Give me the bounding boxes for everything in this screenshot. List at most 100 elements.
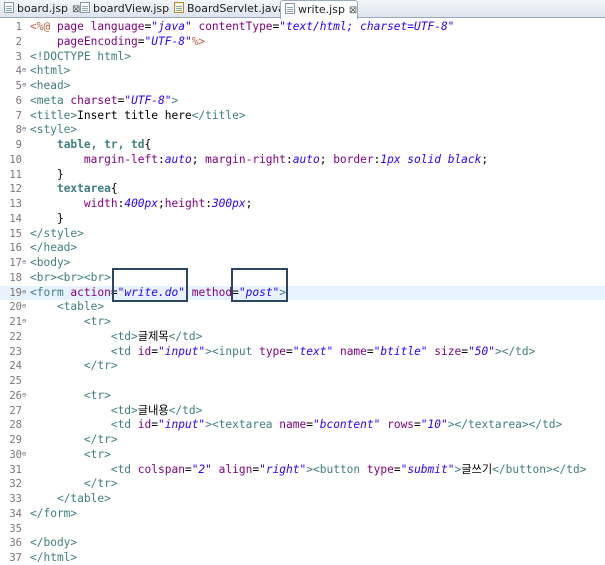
code-text: </head>	[30, 241, 77, 255]
code-text: width:400px;height:300px;	[30, 197, 252, 211]
code-line[interactable]: 27 <td>글내용</td>	[0, 404, 605, 418]
code-line[interactable]: 28 <td id="input"><textarea name="bconte…	[0, 418, 605, 432]
code-token: ;	[158, 197, 165, 210]
code-token: "text/html; charset=UTF-8"	[279, 20, 455, 33]
code-line[interactable]: 10 margin-left:auto; margin-right:auto; …	[0, 153, 605, 167]
code-token: charset	[70, 93, 118, 107]
code-line[interactable]: 8 ⊖ <style>	[0, 123, 605, 137]
fold-toggle-icon[interactable]: ⊖	[22, 447, 30, 461]
code-line[interactable]: 24 </tr>	[0, 359, 605, 373]
line-number: 14	[9, 212, 22, 225]
code-line[interactable]: 25	[0, 374, 605, 388]
code-token: "input"	[158, 418, 206, 432]
code-line[interactable]: 33 </table>	[0, 492, 605, 506]
fold-toggle-icon[interactable]: ⊖	[22, 299, 30, 313]
code-line[interactable]: 5 ⊖ <head>	[0, 79, 605, 93]
code-token: type	[259, 344, 287, 358]
code-token: "50"	[468, 344, 495, 358]
fold-toggle-icon[interactable]: ⊖	[22, 255, 30, 269]
line-number: 1	[15, 21, 22, 33]
code-line[interactable]: 15 </style>	[0, 227, 605, 241]
code-line[interactable]: 11 }	[0, 168, 605, 182]
code-token: <tr>	[83, 388, 111, 402]
tab-boardservlet-java[interactable]: BoardServlet.java	[170, 0, 285, 18]
code-line[interactable]: 32 </tr>	[0, 477, 605, 491]
code-line[interactable]: 3 <!DOCTYPE html>	[0, 50, 605, 64]
code-text: <td id="input"><textarea name="bcontent"…	[30, 418, 562, 432]
line-number: 12	[9, 183, 22, 196]
line-number: 15	[9, 227, 22, 240]
line-number: 3	[15, 50, 22, 63]
code-line[interactable]: 18 <br><br><br>	[0, 271, 605, 285]
code-token: name	[279, 418, 307, 432]
code-token: <form	[30, 285, 71, 299]
java-file-icon	[174, 2, 184, 13]
code-line[interactable]: 30 ⊖ <tr>	[0, 448, 605, 462]
fold-toggle-icon[interactable]: ⊖	[22, 122, 30, 136]
tab-board-jsp[interactable]: board.jsp ⊠	[0, 0, 80, 18]
code-editor[interactable]: 1 <%@ page language="java" contentType="t…	[0, 18, 605, 565]
code-line[interactable]: 14 }	[0, 212, 605, 226]
tab-boardview-jsp[interactable]: boardView.jsp	[76, 0, 169, 18]
code-token: </button>	[492, 462, 553, 476]
code-line[interactable]: 26 ⊖ <tr>	[0, 389, 605, 403]
code-line[interactable]: 9 table, tr, td{	[0, 138, 605, 152]
code-line[interactable]: 1 <%@ page language="java" contentType="t…	[0, 20, 605, 34]
code-line[interactable]: 31 <td colspan="2" align="right"><button…	[0, 463, 605, 477]
code-token: }	[30, 167, 64, 181]
fold-toggle-icon[interactable]: ⊖	[22, 63, 30, 77]
line-number: 20	[9, 301, 22, 314]
code-token: >	[205, 418, 212, 432]
code-line[interactable]: 29 </tr>	[0, 433, 605, 447]
code-token: =	[151, 418, 159, 432]
line-number: 23	[9, 345, 22, 358]
fold-toggle-icon[interactable]: ⊖	[22, 388, 30, 402]
code-token: <!DOCTYPE html>	[30, 49, 132, 63]
code-line[interactable]: 20 ⊖ <table>	[0, 300, 605, 314]
code-line[interactable]: 6 <meta charset="UTF-8">	[0, 94, 605, 108]
code-token: align	[218, 462, 253, 476]
fold-toggle-icon[interactable]: ⊖	[22, 285, 30, 299]
code-token: </body>	[30, 536, 78, 550]
code-line[interactable]: 13 width:400px;height:300px;	[0, 197, 605, 211]
code-token: =	[306, 418, 313, 432]
code-token: colspan	[137, 462, 185, 476]
close-icon[interactable]: ⊠	[349, 5, 357, 16]
code-token: <td	[110, 344, 138, 358]
code-line[interactable]: 16 </head>	[0, 241, 605, 255]
code-token: contentType	[198, 20, 273, 33]
line-number: 19	[9, 286, 22, 299]
code-token: =	[137, 34, 145, 48]
code-line[interactable]: 22 <td>글제목</td>	[0, 330, 605, 344]
code-token: </head>	[30, 241, 78, 255]
tab-label: write.jsp	[298, 3, 345, 16]
line-number: 9	[15, 139, 22, 151]
code-line[interactable]: 17 ⊖ <body>	[0, 256, 605, 270]
code-token: </table>	[56, 492, 111, 505]
code-line[interactable]: 7 <title>Insert title here</title>	[0, 109, 605, 123]
line-number: 10	[9, 153, 22, 166]
line-number: 4	[15, 65, 22, 78]
code-token: "10"	[420, 418, 448, 432]
code-token: <tr>	[83, 315, 111, 328]
code-line[interactable]: 23 <td id="input"><input type="text" nam…	[0, 345, 605, 359]
fold-toggle-icon[interactable]: ⊖	[22, 78, 30, 92]
code-token: >	[306, 462, 313, 476]
fold-toggle-icon[interactable]: ⊖	[22, 314, 30, 328]
code-token: <tr>	[83, 447, 111, 461]
code-line[interactable]: 2 pageEncoding="UTF-8"%>	[0, 35, 605, 49]
code-token: ;	[191, 152, 206, 166]
code-line[interactable]: 12 textarea{	[0, 182, 605, 196]
code-token: margin-right	[205, 152, 286, 166]
code-line[interactable]: 21 ⊖ <tr>	[0, 315, 605, 329]
code-line[interactable]: 34 </form>	[0, 507, 605, 521]
jsp-file-icon	[4, 2, 14, 13]
code-line[interactable]: 37 </html>	[0, 551, 605, 565]
tab-write-jsp[interactable]: write.jsp ⊠	[280, 0, 359, 19]
code-line[interactable]: 4 ⊖ <html>	[0, 64, 605, 78]
code-line[interactable]: 36 </body>	[0, 536, 605, 550]
code-line[interactable]: 19 ⊖ <form action="write.do" method="post"…	[0, 285, 605, 300]
code-line[interactable]: 35	[0, 522, 605, 536]
